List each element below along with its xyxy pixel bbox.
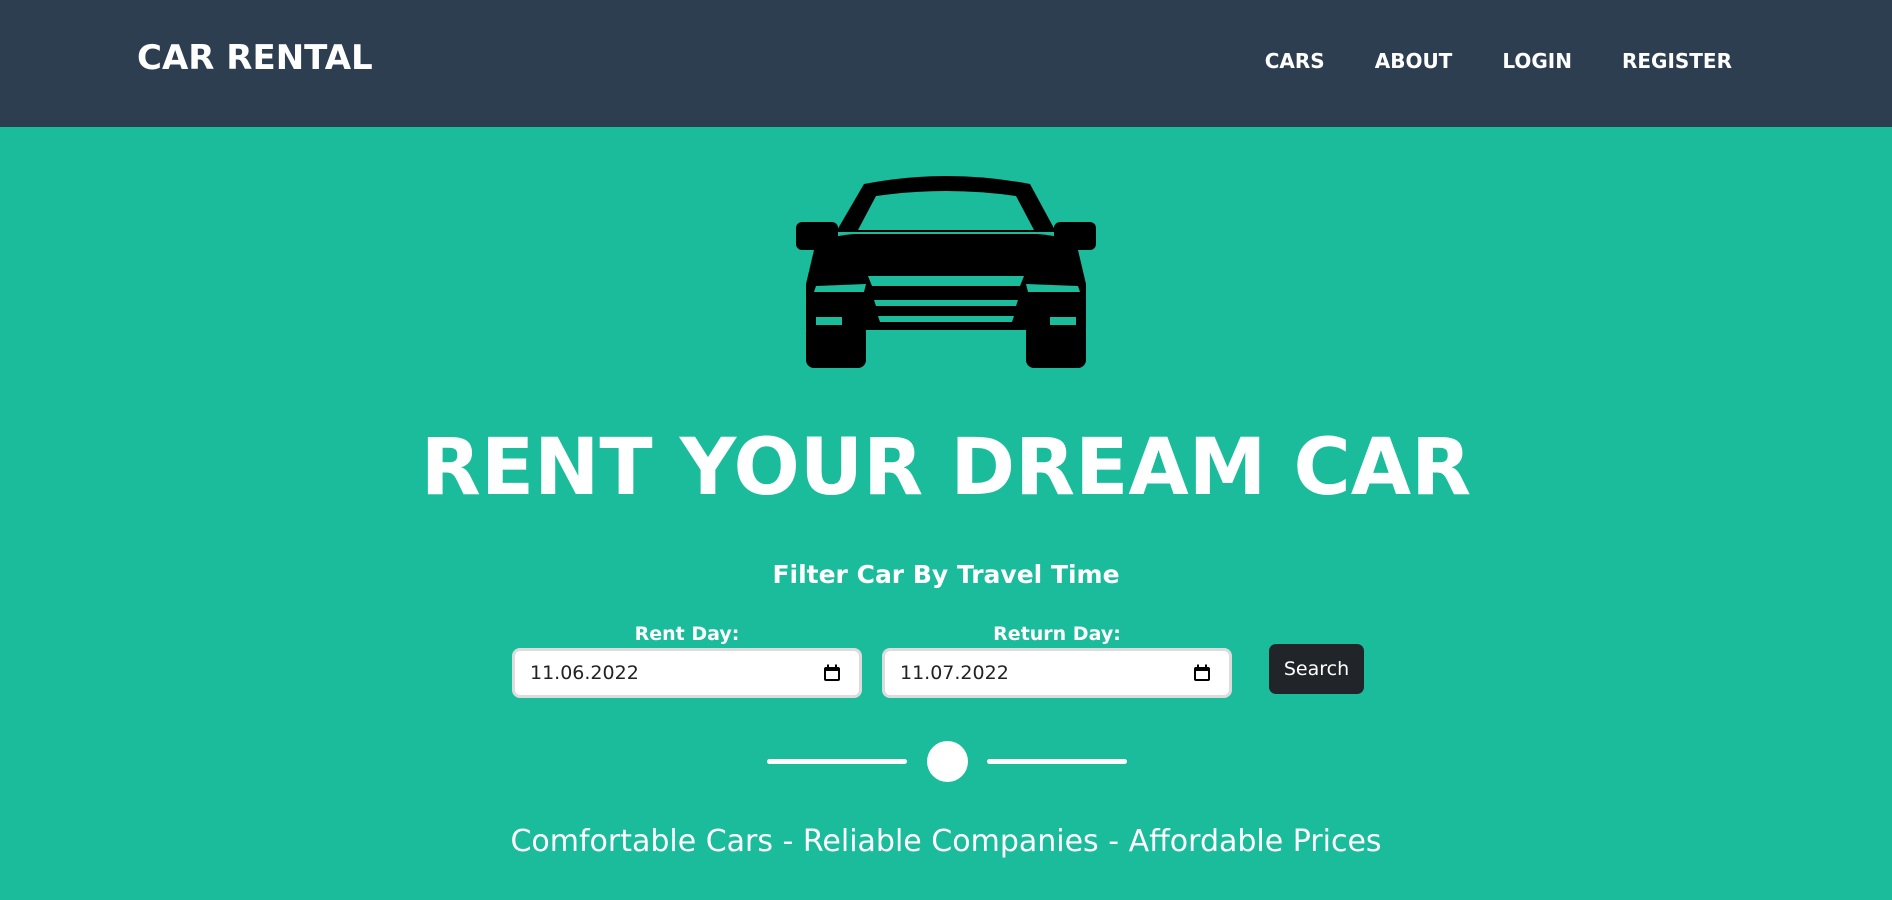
car-front-icon: [796, 176, 1096, 368]
rent-day-value: 11.06.2022: [530, 662, 639, 684]
filter-heading: Filter Car By Travel Time: [772, 560, 1120, 589]
nav-link-register[interactable]: REGISTER: [1622, 49, 1732, 73]
nav-link-about[interactable]: ABOUT: [1375, 49, 1453, 73]
nav-links: CARS ABOUT LOGIN REGISTER: [1265, 49, 1732, 73]
tagline: Comfortable Cars - Reliable Companies - …: [510, 824, 1382, 859]
nav-link-login[interactable]: LOGIN: [1502, 49, 1572, 73]
calendar-icon[interactable]: [1193, 664, 1211, 682]
return-day-field: Return Day: 11.07.2022: [882, 622, 1232, 698]
return-day-label: Return Day:: [993, 623, 1121, 645]
rent-day-label: Rent Day:: [634, 623, 740, 645]
navbar: CAR RENTAL CARS ABOUT LOGIN REGISTER: [0, 0, 1892, 127]
rent-day-input[interactable]: 11.06.2022: [512, 648, 862, 698]
calendar-icon[interactable]: [823, 664, 841, 682]
search-button[interactable]: Search: [1269, 644, 1364, 694]
hero-title: RENT YOUR DREAM CAR: [420, 423, 1472, 513]
divider-dot: [927, 741, 968, 782]
return-day-value: 11.07.2022: [900, 662, 1009, 684]
divider-line-right: [987, 759, 1127, 764]
rent-day-field: Rent Day: 11.06.2022: [512, 622, 862, 698]
divider-line-left: [767, 759, 907, 764]
nav-link-cars[interactable]: CARS: [1265, 49, 1325, 73]
return-day-input[interactable]: 11.07.2022: [882, 648, 1232, 698]
brand-logo[interactable]: CAR RENTAL: [137, 38, 373, 78]
